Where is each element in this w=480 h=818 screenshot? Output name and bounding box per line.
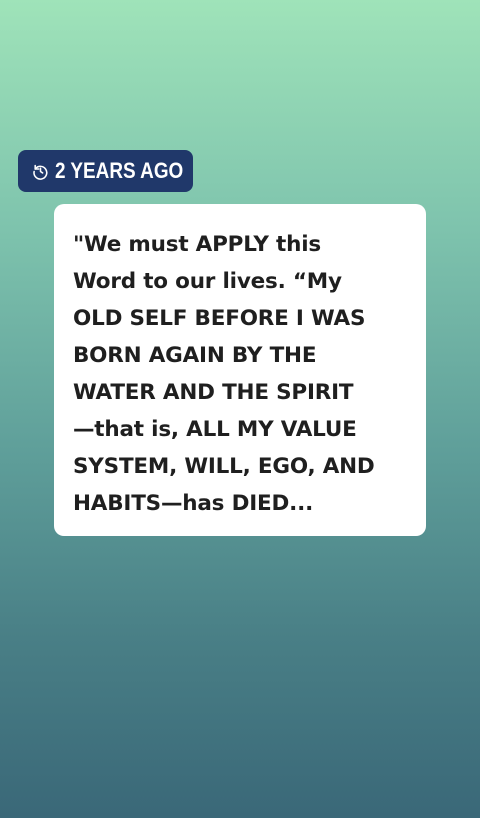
quote-card: "We must APPLY this Word to our lives. “…: [54, 204, 426, 536]
memory-date-label: 2 YEARS AGO: [55, 158, 184, 183]
memory-date-badge: 2 YEARS AGO: [18, 150, 193, 192]
history-clock-icon: [32, 163, 49, 180]
quote-text: "We must APPLY this Word to our lives. “…: [73, 232, 375, 516]
